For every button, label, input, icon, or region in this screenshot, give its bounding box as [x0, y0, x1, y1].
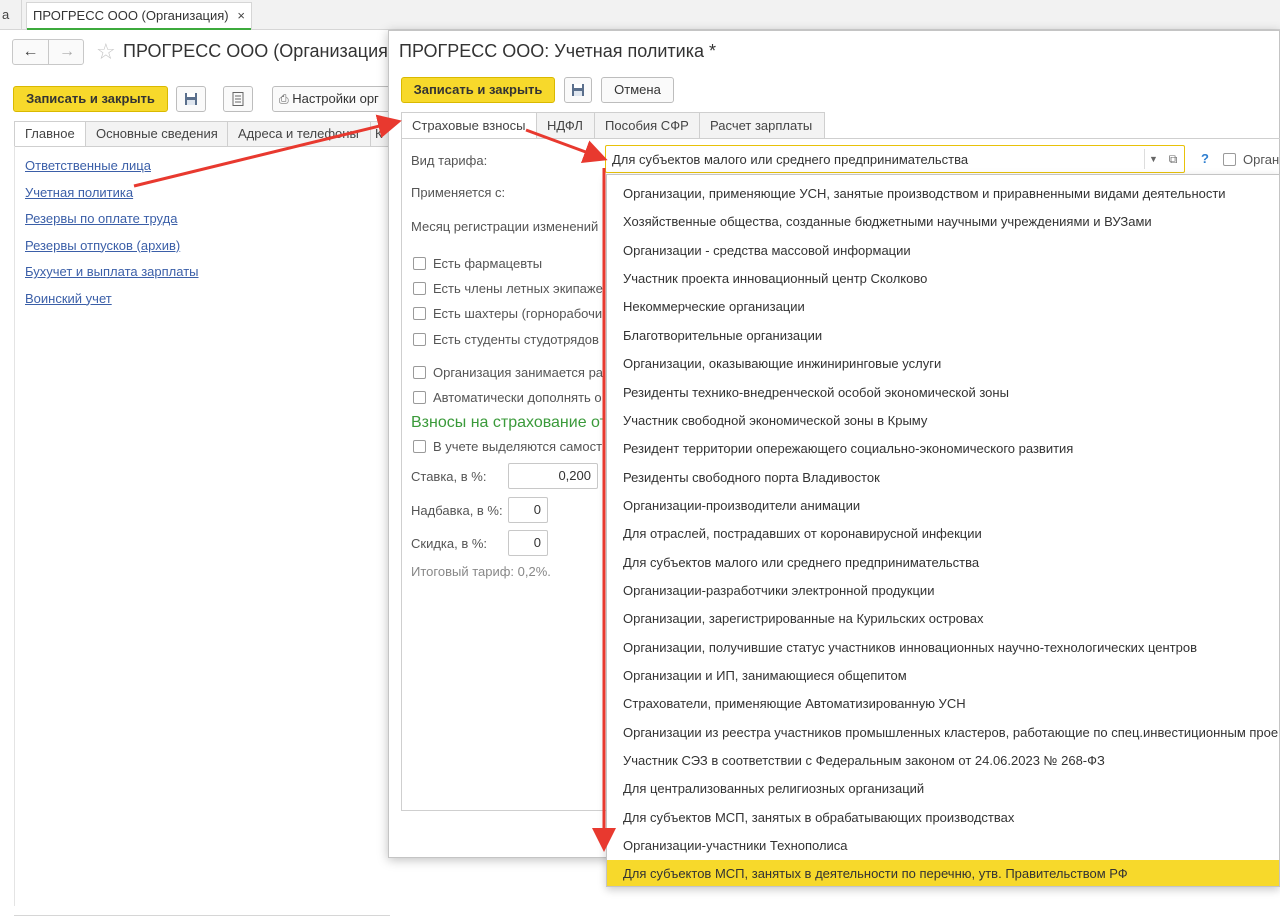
- star-icon[interactable]: ☆: [96, 39, 116, 65]
- auto-fill-checkbox[interactable]: [413, 391, 426, 404]
- auto-fill-label: Автоматически дополнять о: [433, 390, 602, 405]
- org-engaged-label: Организация занимается ра: [433, 365, 603, 380]
- surcharge-input[interactable]: 0: [508, 497, 548, 523]
- flight-crew-label: Есть члены летных экипаже: [433, 281, 603, 296]
- tariff-option[interactable]: Некоммерческие организации: [607, 293, 1279, 321]
- tariff-option[interactable]: Организации-разработчики электронной про…: [607, 577, 1279, 605]
- help-icon[interactable]: ?: [1201, 151, 1209, 166]
- applies-from-label: Применяется с:: [411, 185, 506, 200]
- tab-insurance[interactable]: Страховые взносы: [401, 112, 537, 139]
- tariff-option[interactable]: Хозяйственные общества, созданные бюджет…: [607, 208, 1279, 236]
- chevron-down-icon[interactable]: ▼: [1144, 149, 1162, 169]
- tariff-option[interactable]: Участник свободной экономической зоны в …: [607, 407, 1279, 435]
- org-settings-button[interactable]: ⎙ Настройки орг: [272, 86, 394, 112]
- org-engaged-checkbox[interactable]: [413, 366, 426, 379]
- tariff-option[interactable]: Участник проекта инновационный центр Ско…: [607, 265, 1279, 293]
- tab-addresses[interactable]: Адреса и телефоны: [227, 121, 371, 147]
- tariff-option[interactable]: Организации и ИП, занимающиеся общепитом: [607, 662, 1279, 690]
- miners-checkbox[interactable]: [413, 307, 426, 320]
- report-list-icon[interactable]: [223, 86, 253, 112]
- separate-units-label: В учете выделяются самост: [433, 439, 603, 454]
- org-panel-border: [14, 146, 15, 906]
- org-checkbox[interactable]: [1223, 153, 1236, 166]
- tariff-option[interactable]: Для централизованных религиозных организ…: [607, 775, 1279, 803]
- pharmacists-checkbox[interactable]: [413, 257, 426, 270]
- org-checkbox-label: Организ: [1243, 152, 1280, 167]
- tab-organization[interactable]: ПРОГРЕСС ООО (Организация) ×: [26, 2, 252, 30]
- tariff-option[interactable]: Для субъектов МСП, занятых в деятельност…: [607, 860, 1279, 886]
- tariff-option[interactable]: Организации, получившие статус участнико…: [607, 634, 1279, 662]
- dialog-title: ПРОГРЕСС ООО: Учетная политика *: [399, 41, 716, 61]
- tariff-option[interactable]: Страхователи, применяющие Автоматизирова…: [607, 690, 1279, 718]
- students-label: Есть студенты студотрядов: [433, 332, 599, 347]
- rate-input[interactable]: 0,200: [508, 463, 598, 489]
- link-payroll-reserves[interactable]: Резервы по оплате труда: [25, 211, 199, 238]
- tariff-option[interactable]: Участник СЭЗ в соответствии с Федеральны…: [607, 747, 1279, 775]
- org-settings-label: Настройки орг: [292, 91, 379, 106]
- tariff-option[interactable]: Организации, зарегистрированные на Курил…: [607, 605, 1279, 633]
- tab-sfr-benefits[interactable]: Пособия СФР: [594, 112, 700, 139]
- tariff-option[interactable]: Резиденты технико-внедренческой особой э…: [607, 379, 1279, 407]
- tariff-option[interactable]: Организации-участники Технополиса: [607, 832, 1279, 860]
- link-responsible-persons[interactable]: Ответственные лица: [25, 158, 199, 185]
- save-close-button[interactable]: Записать и закрыть: [401, 77, 555, 103]
- active-tab-underline: [27, 28, 251, 30]
- cancel-button[interactable]: Отмена: [601, 77, 674, 103]
- nav-buttons: ← →: [12, 39, 84, 65]
- pharmacists-label: Есть фармацевты: [433, 256, 543, 271]
- tariff-option[interactable]: Благотворительные организации: [607, 322, 1279, 350]
- forward-arrow-icon[interactable]: →: [49, 40, 85, 64]
- tariff-option[interactable]: Организации из реестра участников промыш…: [607, 719, 1279, 747]
- save-disk-icon[interactable]: [176, 86, 206, 112]
- printer-icon: ⎙: [279, 92, 289, 106]
- tariff-option[interactable]: Для отраслей, пострадавших от коронавиру…: [607, 520, 1279, 548]
- discount-input[interactable]: 0: [508, 530, 548, 556]
- tariff-option[interactable]: Организации, оказывающие инжиниринговые …: [607, 350, 1279, 378]
- save-disk-icon[interactable]: [564, 77, 592, 103]
- tariff-option[interactable]: Для субъектов МСП, занятых в обрабатываю…: [607, 804, 1279, 832]
- window-tab-strip: а ПРОГРЕСС ООО (Организация) ×: [0, 0, 1280, 30]
- org-tabs: Главное Основные сведения Адреса и телеф…: [14, 121, 392, 147]
- tariff-option[interactable]: Организации, применяющие УСН, занятые пр…: [607, 180, 1279, 208]
- tariff-option[interactable]: Резиденты свободного порта Владивосток: [607, 464, 1279, 492]
- organization-form: ← → ☆ ПРОГРЕСС ООО (Организация) Записат…: [0, 31, 394, 916]
- open-form-icon[interactable]: ⧉: [1164, 149, 1182, 169]
- tab-previous[interactable]: а: [0, 0, 22, 30]
- org-save-close-button[interactable]: Записать и закрыть: [13, 86, 168, 112]
- tariff-option[interactable]: Организации-производители анимации: [607, 492, 1279, 520]
- org-tabs-line: [14, 146, 390, 147]
- tab-main[interactable]: Главное: [14, 121, 86, 147]
- tariff-dropdown-list: Организации, применяющие УСН, занятые пр…: [606, 174, 1280, 887]
- surcharge-label: Надбавка, в %:: [411, 503, 503, 518]
- link-accounting-policy[interactable]: Учетная политика: [25, 185, 199, 212]
- link-military-records[interactable]: Воинский учет: [25, 291, 199, 318]
- tab-basic-info[interactable]: Основные сведения: [85, 121, 228, 147]
- tab-ndfl[interactable]: НДФЛ: [536, 112, 595, 139]
- tab-previous-label: а: [2, 7, 10, 22]
- students-checkbox[interactable]: [413, 333, 426, 346]
- flight-crew-checkbox[interactable]: [413, 282, 426, 295]
- page-title: ПРОГРЕСС ООО (Организация): [123, 41, 394, 61]
- tariff-option[interactable]: Резидент территории опережающего социаль…: [607, 435, 1279, 463]
- org-links: Ответственные лица Учетная политика Резе…: [25, 158, 199, 317]
- close-icon[interactable]: ×: [237, 3, 245, 29]
- tariff-option[interactable]: Организации - средства массовой информац…: [607, 237, 1279, 265]
- tab-organization-label: ПРОГРЕСС ООО (Организация): [33, 8, 229, 23]
- rate-label: Ставка, в %:: [411, 469, 487, 484]
- back-arrow-icon[interactable]: ←: [13, 40, 49, 64]
- discount-label: Скидка, в %:: [411, 536, 488, 551]
- link-accounting-salary[interactable]: Бухучет и выплата зарплаты: [25, 264, 199, 291]
- tariff-label: Вид тарифа:: [411, 153, 488, 168]
- month-label: Месяц регистрации изменений: [411, 219, 599, 234]
- tab-payroll[interactable]: Расчет зарплаты: [699, 112, 825, 139]
- separate-units-checkbox[interactable]: [413, 440, 426, 453]
- miners-label: Есть шахтеры (горнорабочи: [433, 306, 603, 321]
- section-title: Взносы на страхование от: [411, 414, 603, 431]
- total-tariff-text: Итоговый тариф: 0,2%.: [411, 564, 551, 579]
- tariff-select-value: Для субъектов малого или среднего предпр…: [612, 152, 969, 167]
- tariff-option[interactable]: Для субъектов малого или среднего предпр…: [607, 549, 1279, 577]
- link-vacation-reserves[interactable]: Резервы отпусков (архив): [25, 238, 199, 265]
- tariff-select[interactable]: Для субъектов малого или среднего предпр…: [605, 145, 1185, 173]
